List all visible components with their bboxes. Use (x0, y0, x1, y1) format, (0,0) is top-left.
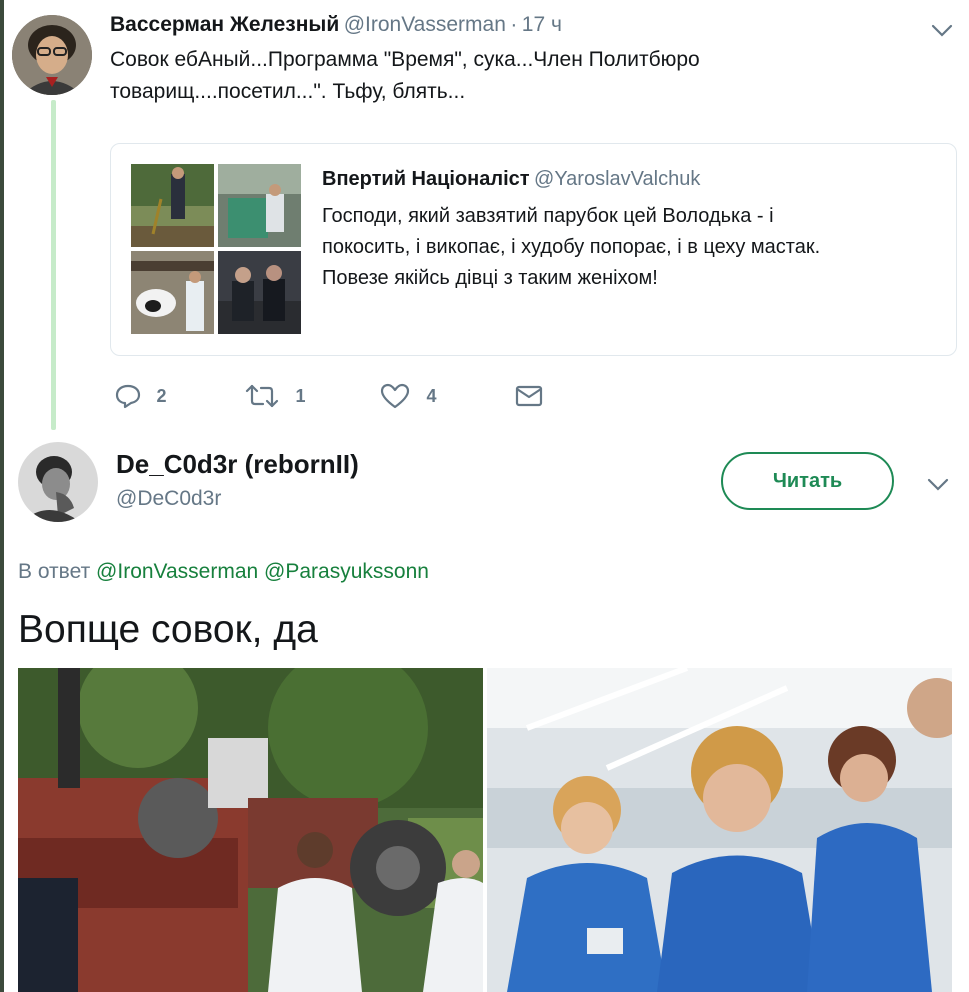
like-count: 4 (426, 385, 437, 406)
tweet-text-line: Совок ебАный...Программа "Время", сука..… (110, 48, 700, 71)
quoted-header: Впертий Націоналіст @YaroslavValchuk (322, 168, 700, 191)
quoted-text-line: Господи, який завзятий парубок цей Волод… (322, 205, 774, 227)
reply-context: В ответ @IronVasserman @Parasyukssonn (18, 560, 429, 584)
author-name[interactable]: Вассерман Железный (110, 13, 339, 36)
chevron-down-icon[interactable] (926, 474, 950, 494)
quoted-photo[interactable] (131, 164, 214, 247)
quoted-author-handle: @YaroslavValchuk (534, 168, 701, 190)
tweet-text: Вопще совок, да (18, 608, 318, 651)
tweet-text: Совок ебАный...Программа "Время", сука..… (110, 44, 930, 108)
window-edge (0, 0, 4, 992)
reply-icon (115, 384, 141, 409)
tweet-photo[interactable] (18, 668, 483, 992)
tweet-time[interactable]: 17 ч (522, 13, 562, 36)
retweet-icon (245, 384, 279, 408)
quoted-text-line: покосить, і викопає, і худобу попорає, і… (322, 236, 821, 258)
author-handle[interactable]: @IronVasserman (344, 13, 506, 36)
tweet-actions: 2 1 4 (110, 380, 550, 412)
separator: · (510, 13, 518, 36)
quoted-text: Господи, який завзятий парубок цей Волод… (322, 201, 942, 294)
reply-button[interactable]: 2 (114, 382, 166, 410)
author-handle[interactable]: @DeC0d3r (116, 487, 221, 511)
chevron-down-icon[interactable] (930, 20, 954, 40)
quoted-photo[interactable] (131, 251, 214, 334)
reply-count: 2 (156, 385, 167, 406)
message-button[interactable] (514, 382, 544, 410)
retweet-count: 1 (295, 385, 306, 406)
avatar[interactable] (12, 15, 92, 95)
like-icon (380, 383, 410, 409)
quoted-photo[interactable] (218, 164, 301, 247)
reply-prefix: В ответ (18, 560, 91, 583)
retweet-button[interactable]: 1 (245, 382, 305, 410)
reply-mention-link[interactable]: @Parasyukssonn (264, 560, 429, 583)
tweet-photo[interactable] (487, 668, 952, 992)
quoted-text-line: Повезе якійсь дівці з таким женіхом! (322, 267, 658, 289)
thread-connector (51, 100, 56, 430)
message-icon (515, 385, 543, 407)
quoted-author-name: Впертий Націоналіст (322, 168, 530, 190)
quoted-tweet[interactable]: Впертий Націоналіст @YaroslavValchuk Гос… (110, 143, 957, 356)
follow-button[interactable]: Читать (721, 452, 894, 510)
tweet-text-line: товарищ....посетил...". Тьфу, блять... (110, 80, 466, 103)
tweet-header: Вассерман Железный @IronVasserman · 17 ч (110, 13, 562, 43)
reply-mention-link[interactable]: @IronVasserman (96, 560, 258, 583)
quoted-photo[interactable] (218, 251, 301, 334)
avatar[interactable] (18, 442, 98, 522)
like-button[interactable]: 4 (380, 382, 436, 410)
author-name[interactable]: De_C0d3r (rebornII) (116, 449, 359, 480)
